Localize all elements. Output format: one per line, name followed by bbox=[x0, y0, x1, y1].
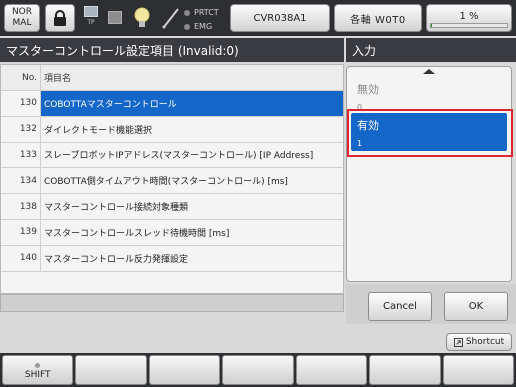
settings-table: No. 項目名 130 COBOTTAマスターコントロール 132 ダイレクトモ… bbox=[0, 64, 344, 294]
function-key-label: SHIFT bbox=[24, 370, 51, 380]
row-no: 130 bbox=[1, 91, 41, 116]
robot-name: CVR038A1 bbox=[253, 12, 307, 24]
emg-label: EMG bbox=[194, 22, 213, 31]
table-row[interactable]: 133 スレーブロボットIPアドレス(マスターコントロール) [IP Addre… bbox=[1, 142, 343, 169]
row-no: 134 bbox=[1, 168, 41, 194]
function-key-2[interactable] bbox=[75, 355, 147, 385]
table-row[interactable]: 130 COBOTTAマスターコントロール bbox=[1, 91, 343, 117]
table-row[interactable]: 140 マスターコントロール反力発揮設定 bbox=[1, 245, 343, 272]
function-key-6[interactable] bbox=[369, 355, 441, 385]
row-name: スレーブロボットIPアドレス(マスターコントロール) [IP Address] bbox=[44, 151, 314, 162]
scroll-up-icon[interactable] bbox=[423, 69, 435, 74]
row-name: COBOTTAマスターコントロール bbox=[41, 91, 343, 116]
robot-select-button[interactable]: CVR038A1 bbox=[230, 4, 330, 32]
option-list: 無効 0 有効 1 bbox=[346, 66, 513, 282]
row-name: COBOTTA側タイムアウト時間(マスターコントロール) [ms] bbox=[44, 177, 288, 188]
stop-icon bbox=[108, 11, 122, 24]
option-value: 1 bbox=[357, 139, 363, 148]
table-header: No. 項目名 bbox=[1, 65, 343, 91]
table-row[interactable]: 138 マスターコントロール接続対象種類 bbox=[1, 194, 343, 220]
table-row[interactable]: 132 ダイレクトモード機能選択 bbox=[1, 116, 343, 143]
option-enabled[interactable]: 有効 1 bbox=[351, 113, 507, 151]
column-header-no: No. bbox=[1, 65, 41, 90]
shortcut-button[interactable]: Shortcut bbox=[446, 333, 512, 351]
function-key-shift[interactable]: SHIFT bbox=[2, 355, 74, 385]
row-name: マスターコントロールスレッド待機時間 [ms] bbox=[44, 228, 230, 239]
page-title-text: マスターコントロール設定項目 (Invalid:0) bbox=[6, 43, 239, 58]
row-name: マスターコントロール接続対象種類 bbox=[44, 203, 189, 214]
input-button-bar: Cancel OK bbox=[346, 284, 516, 324]
prtct-label: PRTCT bbox=[194, 8, 219, 17]
function-key-5[interactable] bbox=[295, 355, 368, 385]
row-no: 133 bbox=[1, 142, 41, 168]
mode-label: NOR MAL bbox=[11, 7, 33, 28]
teach-pendant-icon: TP bbox=[80, 6, 102, 32]
option-label: 無効 bbox=[357, 83, 379, 96]
table-row[interactable]: 139 マスターコントロールスレッド待機時間 [ms] bbox=[1, 219, 343, 246]
function-key-4[interactable] bbox=[222, 355, 294, 385]
prtct-led-icon bbox=[184, 9, 190, 16]
tp-label: TP bbox=[87, 19, 95, 26]
function-key-3[interactable] bbox=[148, 355, 221, 385]
shortcut-icon bbox=[453, 337, 463, 347]
input-panel-title: 入力 bbox=[346, 38, 516, 62]
emg-led-icon bbox=[184, 23, 190, 30]
row-no: 140 bbox=[1, 245, 41, 271]
table-row[interactable]: 134 COBOTTA側タイムアウト時間(マスターコントロール) [ms] bbox=[1, 168, 343, 195]
function-key-7[interactable] bbox=[442, 355, 514, 385]
speed-bar-fill bbox=[431, 24, 432, 27]
speed-button[interactable]: 1 % bbox=[426, 4, 512, 32]
row-no: 132 bbox=[1, 116, 41, 142]
speed-label: 1 % bbox=[459, 11, 479, 22]
emg-indicator: EMG bbox=[184, 21, 212, 32]
pen-icon bbox=[162, 8, 179, 29]
ok-button[interactable]: OK bbox=[444, 292, 508, 321]
mode-button[interactable]: NOR MAL bbox=[4, 4, 40, 32]
lightbulb-icon bbox=[134, 7, 150, 27]
row-no: 138 bbox=[1, 194, 41, 219]
status-bar: NOR MAL TP PRTCT EMG CVR038A1 各軸 W0T0 1 … bbox=[0, 0, 516, 36]
column-header-name: 項目名 bbox=[44, 74, 72, 84]
row-name: マスターコントロール反力発揮設定 bbox=[44, 254, 189, 265]
shift-indicator-icon bbox=[35, 363, 41, 368]
page-title: マスターコントロール設定項目 (Invalid:0) bbox=[0, 38, 344, 62]
app-window: NOR MAL TP PRTCT EMG CVR038A1 各軸 W0T0 1 … bbox=[0, 0, 516, 387]
option-label: 有効 bbox=[357, 119, 379, 132]
table-footer bbox=[0, 294, 344, 312]
speed-bar bbox=[430, 23, 508, 28]
shortcut-label: Shortcut bbox=[465, 337, 505, 347]
axis-label: 各軸 W0T0 bbox=[350, 14, 406, 26]
axis-mode-button[interactable]: 各軸 W0T0 bbox=[334, 4, 422, 32]
cancel-button[interactable]: Cancel bbox=[368, 292, 432, 321]
function-key-bar: SHIFT bbox=[0, 353, 516, 387]
prtct-indicator: PRTCT bbox=[184, 7, 219, 18]
lock-icon bbox=[54, 10, 66, 26]
input-panel-title-text: 入力 bbox=[352, 43, 377, 58]
lock-button[interactable] bbox=[45, 4, 75, 32]
row-name: ダイレクトモード機能選択 bbox=[44, 125, 153, 136]
row-no: 139 bbox=[1, 219, 41, 245]
